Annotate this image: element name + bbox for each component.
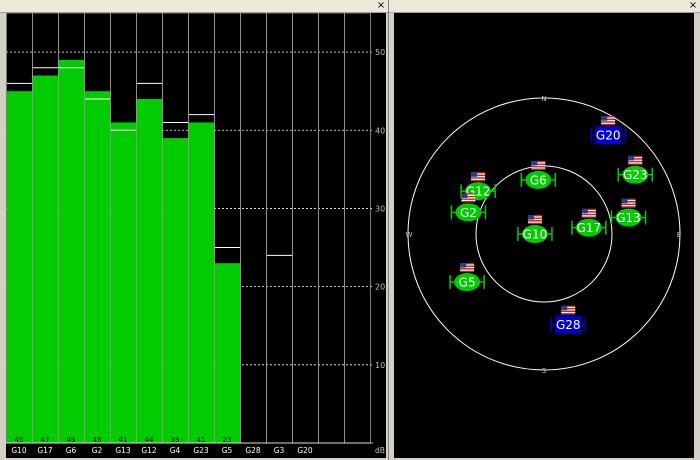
sky-close-button[interactable]: ×: [688, 0, 698, 11]
sat-id-label: G10: [11, 446, 27, 455]
sat-id-label: G20: [297, 446, 313, 455]
snr-bar: [163, 138, 188, 443]
us-flag-icon: [460, 263, 475, 273]
flag-stripe: [628, 162, 643, 164]
us-flag-icon: [621, 198, 636, 208]
snr-bar: [85, 91, 110, 443]
flag-stripe: [471, 178, 486, 181]
us-flag-icon: [471, 172, 486, 182]
sat-id-label: G5: [222, 446, 233, 455]
sky-panel-titlebar: ×: [389, 0, 700, 13]
satellite-id-label: G2: [460, 206, 477, 220]
flag-stripe: [471, 180, 486, 182]
snr-bar: [137, 99, 162, 443]
flag-stripe: [461, 198, 476, 200]
y-tick-label: 50: [375, 48, 385, 57]
y-tick-label: 30: [375, 204, 385, 213]
satellite-id-label: G23: [623, 168, 648, 182]
flag-stripe: [581, 213, 596, 216]
flag-stripe: [561, 313, 576, 315]
y-unit-label: dB: [375, 446, 385, 455]
sat-id-label: G23: [193, 446, 209, 455]
flag-stripe: [527, 222, 542, 225]
flag-stripe: [460, 268, 475, 270]
sat-id-label: G6: [66, 446, 77, 455]
flag-canton: [628, 155, 635, 161]
flag-canton: [601, 116, 608, 121]
snr-panel-titlebar: ×: [0, 0, 388, 13]
snr-close-button[interactable]: ×: [376, 0, 386, 11]
sat-id-label: G17: [37, 446, 53, 455]
snr-bar: [33, 75, 58, 443]
flag-stripe: [561, 311, 576, 314]
us-flag-icon: [461, 193, 476, 203]
satellite-id-label: G13: [616, 211, 641, 225]
flag-stripe: [601, 123, 616, 126]
us-flag-icon: [527, 215, 542, 225]
y-tick-label: 20: [375, 283, 385, 292]
flag-stripe: [461, 201, 476, 203]
y-tick-label: 10: [375, 361, 385, 370]
sky-view: NSEWG20G12G6 G23G2G17G13G10G5G28: [394, 13, 694, 458]
satellite-id-label: G10: [523, 228, 548, 242]
flag-stripe: [531, 166, 546, 168]
flag-canton: [531, 160, 538, 166]
sat-id-label: G3: [274, 446, 285, 455]
south-label: S: [542, 367, 547, 375]
snr-bar: [7, 91, 32, 443]
west-label: W: [406, 231, 413, 239]
flag-canton: [527, 215, 534, 220]
y-tick-label: 40: [375, 126, 385, 135]
satellite-id-label: G6: [530, 173, 547, 187]
flag-stripe: [471, 177, 486, 179]
flag-stripe: [527, 220, 542, 222]
snr-bar: [189, 122, 214, 444]
flag-stripe: [460, 269, 475, 271]
us-flag-icon: [581, 208, 596, 218]
flag-stripe: [601, 122, 616, 124]
sat-id-label: G13: [115, 446, 131, 455]
flag-stripe: [621, 203, 636, 206]
sat-id-label: G12: [141, 446, 157, 455]
flag-stripe: [561, 310, 576, 312]
flag-stripe: [621, 206, 636, 208]
flag-stripe: [628, 163, 643, 165]
flag-stripe: [628, 160, 643, 163]
snr-chart: 102030405045G1047G1749G645G241G1344G1239…: [6, 13, 386, 458]
flag-stripe: [581, 215, 596, 217]
sat-id-label: G4: [170, 446, 181, 455]
us-flag-icon: [561, 305, 576, 315]
satellite-id-label: G17: [577, 221, 602, 235]
snr-bar: [111, 122, 136, 444]
flag-stripe: [601, 121, 616, 123]
sat-id-label: G2: [92, 446, 103, 455]
flag-stripe: [581, 216, 596, 218]
flag-canton: [561, 305, 568, 311]
flag-stripe: [461, 199, 476, 202]
north-label: N: [541, 95, 546, 103]
satellite-id-label: G28: [556, 318, 581, 332]
satellite-id-label: G20: [596, 129, 621, 143]
flag-canton: [581, 208, 588, 214]
snr-bar: [59, 59, 84, 444]
flag-stripe: [460, 270, 475, 273]
us-flag-icon: [531, 160, 546, 170]
snr-bar: [215, 263, 240, 443]
flag-stripe: [531, 168, 546, 170]
flag-stripe: [621, 205, 636, 207]
satellite-id-label: G5: [459, 276, 476, 290]
us-flag-icon: [628, 155, 643, 165]
flag-canton: [621, 198, 628, 204]
us-flag-icon: [601, 116, 616, 126]
flag-canton: [471, 172, 478, 177]
east-label: E: [677, 231, 681, 239]
flag-canton: [461, 193, 468, 198]
flag-stripe: [527, 221, 542, 223]
flag-stripe: [531, 167, 546, 169]
flag-canton: [460, 263, 467, 268]
sat-id-label: G28: [245, 446, 261, 455]
